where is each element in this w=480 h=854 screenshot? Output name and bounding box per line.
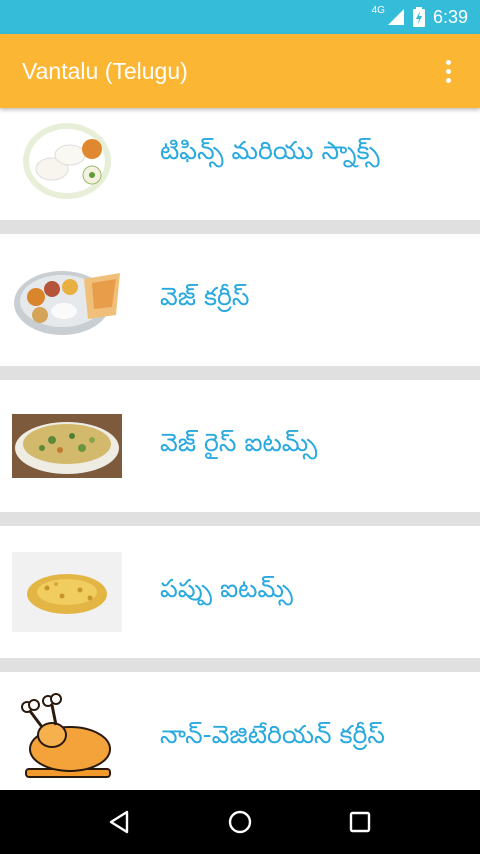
category-label: వెజ్ కర్రీస్ (160, 282, 250, 311)
app-title: Vantalu (Telugu) (22, 57, 188, 84)
recents-icon[interactable] (347, 809, 373, 835)
battery-charging-icon (412, 7, 425, 27)
category-label: టిఫిన్స్ మరియు స్నాక్స్ (160, 136, 380, 165)
network-type: 4G (371, 4, 385, 16)
clock: 6:39 (432, 6, 468, 27)
home-icon[interactable] (227, 809, 253, 835)
roast-chicken-icon (12, 683, 122, 790)
overflow-menu-icon[interactable] (438, 56, 458, 86)
list-item[interactable]: నాన్-వెజిటేరియన్ కర్రీస్ (0, 672, 480, 790)
back-icon[interactable] (107, 809, 133, 835)
dal-grains-icon (12, 537, 122, 647)
signal-icon (387, 9, 404, 25)
app-bar: Vantalu (Telugu) (0, 34, 480, 108)
status-bar: 4G 6:39 (0, 0, 480, 34)
category-label: వెజ్ రైస్ ఐటమ్స్ (160, 428, 318, 457)
category-label: పప్పు ఐటమ్స్ (160, 574, 293, 603)
list-item[interactable]: వెజ్ రైస్ ఐటమ్స్ (0, 380, 480, 512)
veg-thali-icon (12, 245, 122, 355)
category-label: నాన్-వెజిటేరియన్ కర్రీస్ (160, 720, 385, 749)
navigation-bar (0, 790, 480, 854)
list-item[interactable]: పప్పు ఐటమ్స్ (0, 526, 480, 658)
rice-dish-icon (12, 391, 122, 501)
idli-plate-icon (12, 108, 122, 209)
list-item[interactable]: టిఫిన్స్ మరియు స్నాక్స్ (0, 108, 480, 220)
list-item[interactable]: వెజ్ కర్రీస్ (0, 234, 480, 366)
category-list: టిఫిన్స్ మరియు స్నాక్స్ వెజ్ కర్రీస్ వెజ… (0, 108, 480, 790)
